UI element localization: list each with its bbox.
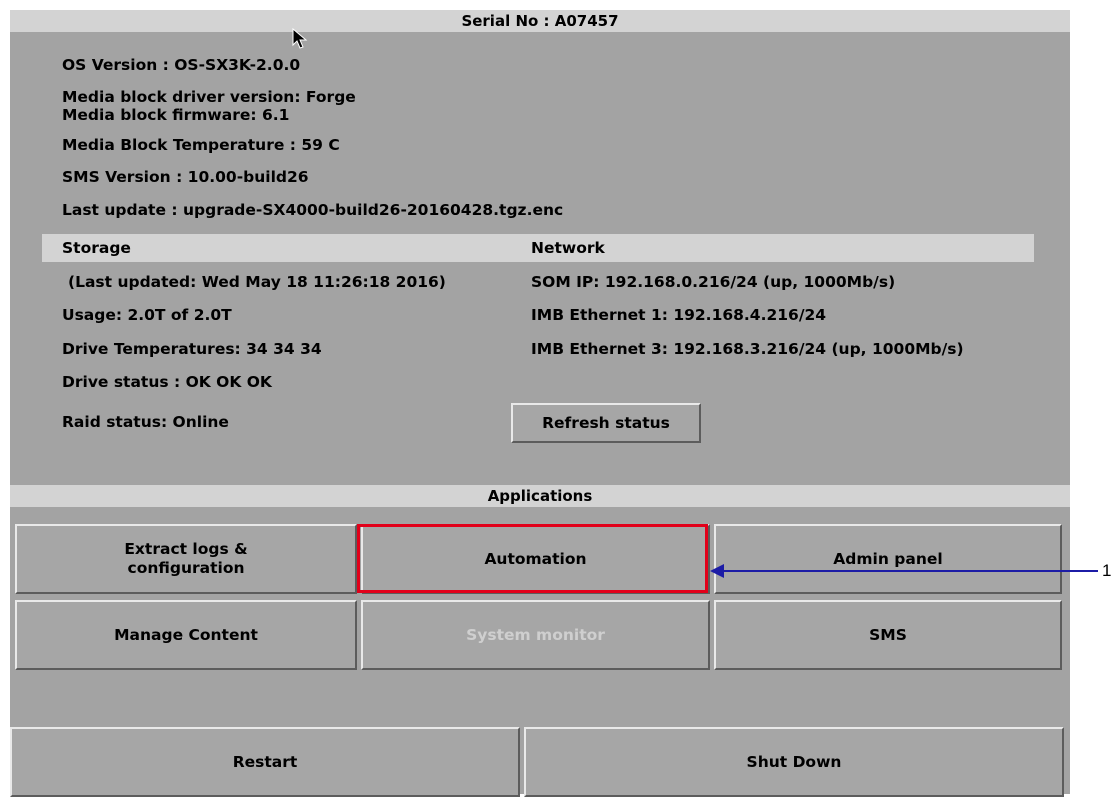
- manage-content-button[interactable]: Manage Content: [15, 600, 357, 670]
- extract-logs-label-line2: configuration: [127, 559, 245, 577]
- driver-version: Media block driver version: Forge: [62, 88, 356, 106]
- last-update: Last update : upgrade-SX4000-build26-201…: [62, 201, 564, 219]
- storage-last-updated: (Last updated: Wed May 18 11:26:18 2016): [68, 273, 446, 291]
- storage-title: Storage: [62, 239, 131, 257]
- raid-status: Raid status: Online: [62, 413, 229, 431]
- extract-logs-button[interactable]: Extract logs & configuration: [15, 524, 357, 594]
- drive-temperatures: Drive Temperatures: 34 34 34: [62, 340, 322, 358]
- applications-header: Applications: [10, 485, 1070, 507]
- firmware-version: Media block firmware: 6.1: [62, 106, 290, 124]
- automation-button[interactable]: Automation: [361, 524, 710, 594]
- extract-logs-label-line1: Extract logs &: [124, 540, 248, 558]
- refresh-status-button[interactable]: Refresh status: [511, 403, 701, 443]
- network-title: Network: [531, 239, 605, 257]
- callout-arrowhead-icon: [710, 564, 724, 578]
- admin-panel-button[interactable]: Admin panel: [714, 524, 1062, 594]
- restart-button[interactable]: Restart: [10, 727, 520, 797]
- os-version: OS Version : OS-SX3K-2.0.0: [62, 56, 301, 74]
- callout-number: 1: [1102, 561, 1112, 580]
- imb-ethernet-1: IMB Ethernet 1: 192.168.4.216/24: [531, 306, 827, 324]
- drive-status: Drive status : OK OK OK: [62, 373, 272, 391]
- system-status-screen: Serial No : A07457 OS Version : OS-SX3K-…: [10, 10, 1070, 797]
- sms-version: SMS Version : 10.00-build26: [62, 168, 309, 186]
- media-block-temperature: Media Block Temperature : 59 C: [62, 136, 340, 154]
- storage-usage: Usage: 2.0T of 2.0T: [62, 306, 232, 324]
- callout-line: [722, 570, 1098, 572]
- system-monitor-button: System monitor: [361, 600, 710, 670]
- serial-number-header: Serial No : A07457: [10, 10, 1070, 32]
- shut-down-button[interactable]: Shut Down: [524, 727, 1064, 797]
- imb-ethernet-3: IMB Ethernet 3: 192.168.3.216/24 (up, 10…: [531, 340, 964, 358]
- sms-button[interactable]: SMS: [714, 600, 1062, 670]
- som-ip: SOM IP: 192.168.0.216/24 (up, 1000Mb/s): [531, 273, 896, 291]
- mouse-pointer-icon: [292, 28, 308, 49]
